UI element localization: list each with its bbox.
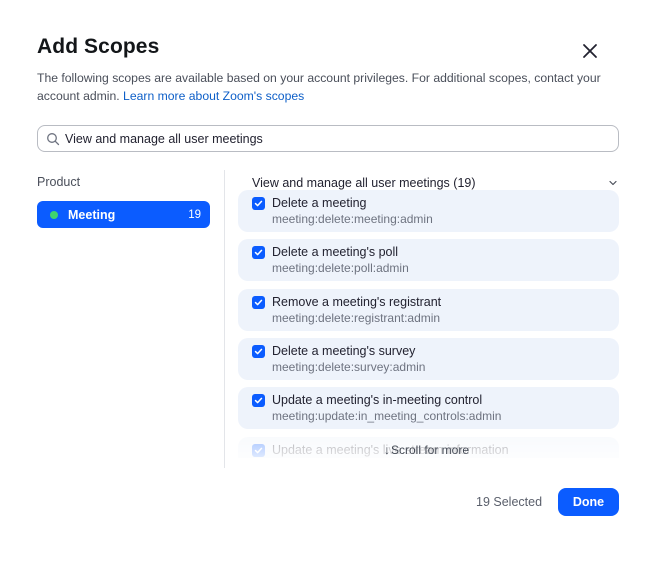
scroll-for-more[interactable]: ↓ Scroll for more xyxy=(384,443,469,457)
selected-count: 19 Selected xyxy=(476,495,543,509)
column-divider xyxy=(224,170,225,468)
scope-group-title: View and manage all user meetings (19) xyxy=(252,176,476,190)
learn-more-link[interactable]: Learn more about Zoom's scopes xyxy=(123,89,304,103)
scroll-hint-text: Scroll for more xyxy=(391,443,470,457)
dialog-description: The following scopes are available based… xyxy=(37,69,617,105)
close-button[interactable] xyxy=(578,39,602,63)
checkmark-icon xyxy=(254,447,263,454)
scope-id: meeting:delete:poll:admin xyxy=(272,261,409,275)
checkmark-icon xyxy=(254,299,263,306)
scope-name: Delete a meeting xyxy=(272,196,367,210)
scope-id: meeting:delete:registrant:admin xyxy=(272,311,441,325)
scope-list[interactable]: Delete a meeting meeting:delete:meeting:… xyxy=(238,190,619,458)
checkmark-icon xyxy=(254,249,263,256)
scope-checkbox[interactable] xyxy=(252,296,265,309)
done-button[interactable]: Done xyxy=(558,488,619,516)
scope-row[interactable]: Update a meeting's in-meeting control me… xyxy=(238,387,619,429)
scope-checkbox[interactable] xyxy=(252,345,265,358)
status-dot-icon xyxy=(50,210,58,219)
scope-id: meeting:update:in_meeting_controls:admin xyxy=(272,409,502,423)
close-icon xyxy=(578,39,602,63)
checkmark-icon xyxy=(254,348,263,355)
scope-row[interactable]: Remove a meeting's registrant meeting:de… xyxy=(238,289,619,331)
search-icon xyxy=(46,132,60,146)
dialog-title: Add Scopes xyxy=(37,35,160,58)
scope-row[interactable]: Delete a meeting's survey meeting:delete… xyxy=(238,338,619,380)
scope-checkbox[interactable] xyxy=(252,394,265,407)
scope-group-header[interactable]: View and manage all user meetings (19) xyxy=(252,175,618,191)
scope-checkbox[interactable] xyxy=(252,197,265,210)
scope-name: Remove a meeting's registrant xyxy=(272,295,442,309)
checkmark-icon xyxy=(254,397,263,404)
scope-name: Delete a meeting's survey xyxy=(272,344,416,358)
scope-row[interactable]: Delete a meeting meeting:delete:meeting:… xyxy=(238,190,619,232)
arrow-down-icon: ↓ xyxy=(384,443,390,457)
search-box[interactable] xyxy=(37,125,619,152)
sidebar-item-label: Meeting xyxy=(68,207,116,222)
scope-row[interactable]: Delete a meeting's poll meeting:delete:p… xyxy=(238,239,619,281)
add-scopes-dialog: Add Scopes The following scopes are avai… xyxy=(0,0,652,561)
scope-id: meeting:delete:survey:admin xyxy=(272,360,426,374)
sidebar-item-meeting[interactable]: Meeting 19 xyxy=(37,201,210,228)
chevron-down-icon[interactable] xyxy=(608,178,618,188)
scope-id: meeting:delete:meeting:admin xyxy=(272,212,433,226)
scope-name: Delete a meeting's poll xyxy=(272,245,399,259)
scope-checkbox[interactable] xyxy=(252,246,265,259)
scope-name: Update a meeting's in-meeting control xyxy=(272,393,483,407)
checkmark-icon xyxy=(254,200,263,207)
scope-checkbox[interactable] xyxy=(252,444,265,457)
product-label: Product xyxy=(37,175,81,189)
sidebar-item-count: 19 xyxy=(188,208,201,221)
search-input[interactable] xyxy=(65,131,585,146)
description-text: The following scopes are available based… xyxy=(37,71,601,103)
